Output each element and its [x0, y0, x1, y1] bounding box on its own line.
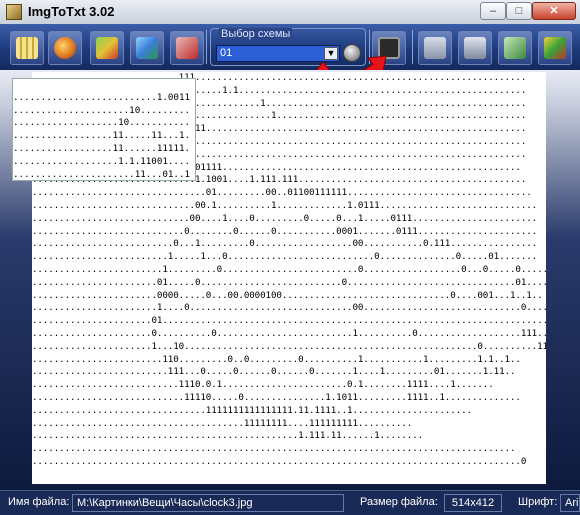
- orange-image-button[interactable]: [48, 31, 82, 65]
- title-bar: ImgToTxt 3.02 – □ ✕: [0, 0, 580, 25]
- scheme-value: 01: [220, 47, 233, 59]
- file-size-value: 514x412: [444, 494, 502, 512]
- window-title: ImgToTxt 3.02: [28, 4, 115, 19]
- minimize-button[interactable]: –: [480, 2, 506, 20]
- font-value: Ari: [560, 494, 580, 512]
- open-image-icon: [16, 37, 38, 59]
- colors-icon: [544, 37, 566, 59]
- flip-image-button[interactable]: [130, 31, 164, 65]
- toolbar-separator: [206, 30, 207, 64]
- scheme-group: Выбор схемы 01 ▼: [210, 28, 366, 66]
- colors-button[interactable]: [538, 31, 572, 65]
- toolbar: Выбор схемы 01 ▼: [0, 24, 580, 71]
- file-name-label: Имя файла:: [8, 496, 70, 508]
- orange-image-icon: [54, 37, 76, 59]
- scheme-label: Выбор схемы: [219, 28, 293, 40]
- delete-image-icon: [176, 37, 198, 59]
- file-size-label: Размер файла:: [360, 496, 438, 508]
- close-button[interactable]: ✕: [532, 2, 576, 20]
- rotate-image-button[interactable]: [90, 31, 124, 65]
- toolbar-separator: [412, 30, 413, 64]
- export-icon: [504, 37, 526, 59]
- save-as-button[interactable]: [458, 31, 492, 65]
- preview-panel: ..........................1.0011 .......…: [12, 78, 196, 181]
- delete-image-button[interactable]: [170, 31, 204, 65]
- preview-ascii-text: ..........................1.0011 .......…: [13, 91, 191, 180]
- flip-image-icon: [136, 37, 158, 59]
- chevron-down-icon[interactable]: ▼: [324, 47, 338, 60]
- content-area: ...........................111..........…: [0, 70, 580, 490]
- rotate-image-icon: [96, 37, 118, 59]
- status-bar: Имя файла: M:\Картинки\Вещи\Часы\clock3.…: [0, 490, 580, 515]
- file-name-value: M:\Картинки\Вещи\Часы\clock3.jpg: [72, 494, 344, 512]
- open-image-button[interactable]: [10, 31, 44, 65]
- save-as-icon: [464, 37, 486, 59]
- font-label: Шрифт:: [518, 496, 558, 508]
- save-button[interactable]: [418, 31, 452, 65]
- export-button[interactable]: [498, 31, 532, 65]
- maximize-button[interactable]: □: [506, 2, 532, 20]
- app-icon: [6, 4, 22, 20]
- save-icon: [424, 37, 446, 59]
